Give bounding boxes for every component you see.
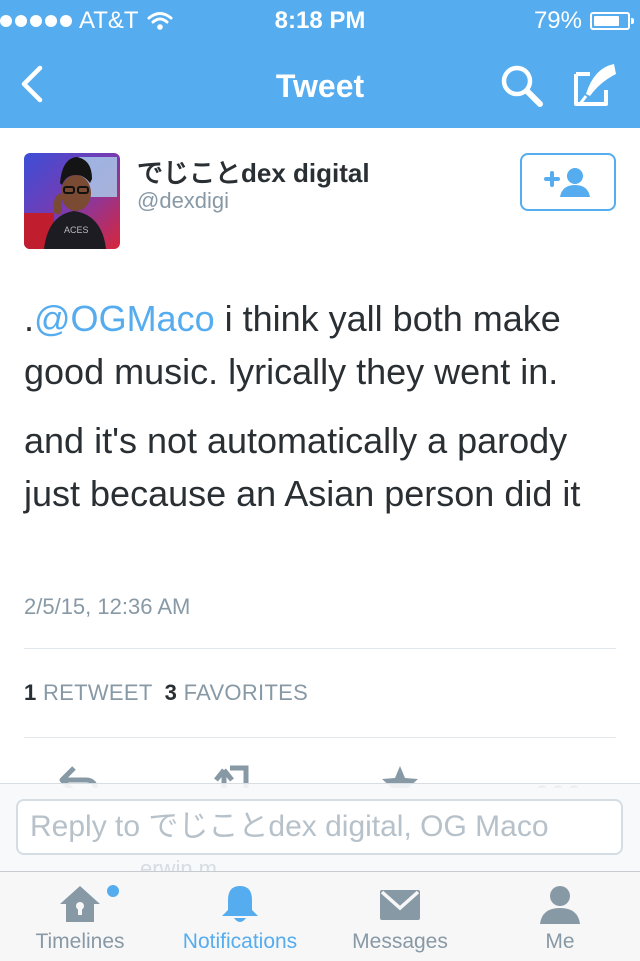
svg-text:ACES: ACES bbox=[64, 225, 89, 235]
tab-bar: Timelines Notifications Messages Me bbox=[0, 871, 640, 961]
retweet-stat[interactable]: 1 RETWEET bbox=[24, 680, 153, 705]
battery-icon bbox=[590, 12, 634, 30]
divider bbox=[24, 737, 616, 738]
reply-bar: erwin m bbox=[0, 783, 640, 881]
home-icon bbox=[60, 886, 100, 922]
navigation-bar: Tweet bbox=[0, 40, 640, 128]
envelope-icon bbox=[380, 890, 420, 920]
avatar[interactable]: ACES bbox=[24, 153, 120, 249]
battery-percent: 79% bbox=[533, 7, 582, 34]
favorite-stat[interactable]: 3 FAVORITES bbox=[165, 680, 309, 705]
reply-input[interactable] bbox=[16, 799, 623, 855]
tab-me[interactable]: Me bbox=[480, 872, 640, 961]
search-icon[interactable] bbox=[498, 62, 546, 110]
tab-messages[interactable]: Messages bbox=[320, 872, 480, 961]
tweet-text-paragraph: and it's not automatically a parody just… bbox=[24, 420, 581, 514]
tab-timelines[interactable]: Timelines bbox=[0, 872, 160, 961]
follow-button[interactable] bbox=[520, 153, 616, 211]
user-handle[interactable]: @dexdigi bbox=[137, 188, 229, 214]
display-name[interactable]: でじことdex digital bbox=[137, 153, 370, 190]
compose-icon[interactable] bbox=[570, 60, 620, 110]
engagement-stats: 1 RETWEET 3 FAVORITES bbox=[24, 680, 308, 706]
header: AT&T 8:18 PM 79% Tweet bbox=[0, 0, 640, 128]
bell-icon bbox=[222, 886, 258, 922]
tab-notifications[interactable]: Notifications bbox=[160, 872, 320, 961]
tweet-timestamp: 2/5/15, 12:36 AM bbox=[24, 594, 191, 619]
mention-link[interactable]: @OGMaco bbox=[34, 298, 215, 339]
person-icon bbox=[540, 886, 580, 924]
unread-dot bbox=[107, 885, 119, 897]
tweet-text-paragraph: .@OGMaco i think yall both make good mus… bbox=[24, 298, 561, 392]
divider bbox=[24, 648, 616, 649]
status-bar: AT&T 8:18 PM 79% bbox=[0, 0, 640, 40]
add-user-icon bbox=[544, 168, 590, 197]
